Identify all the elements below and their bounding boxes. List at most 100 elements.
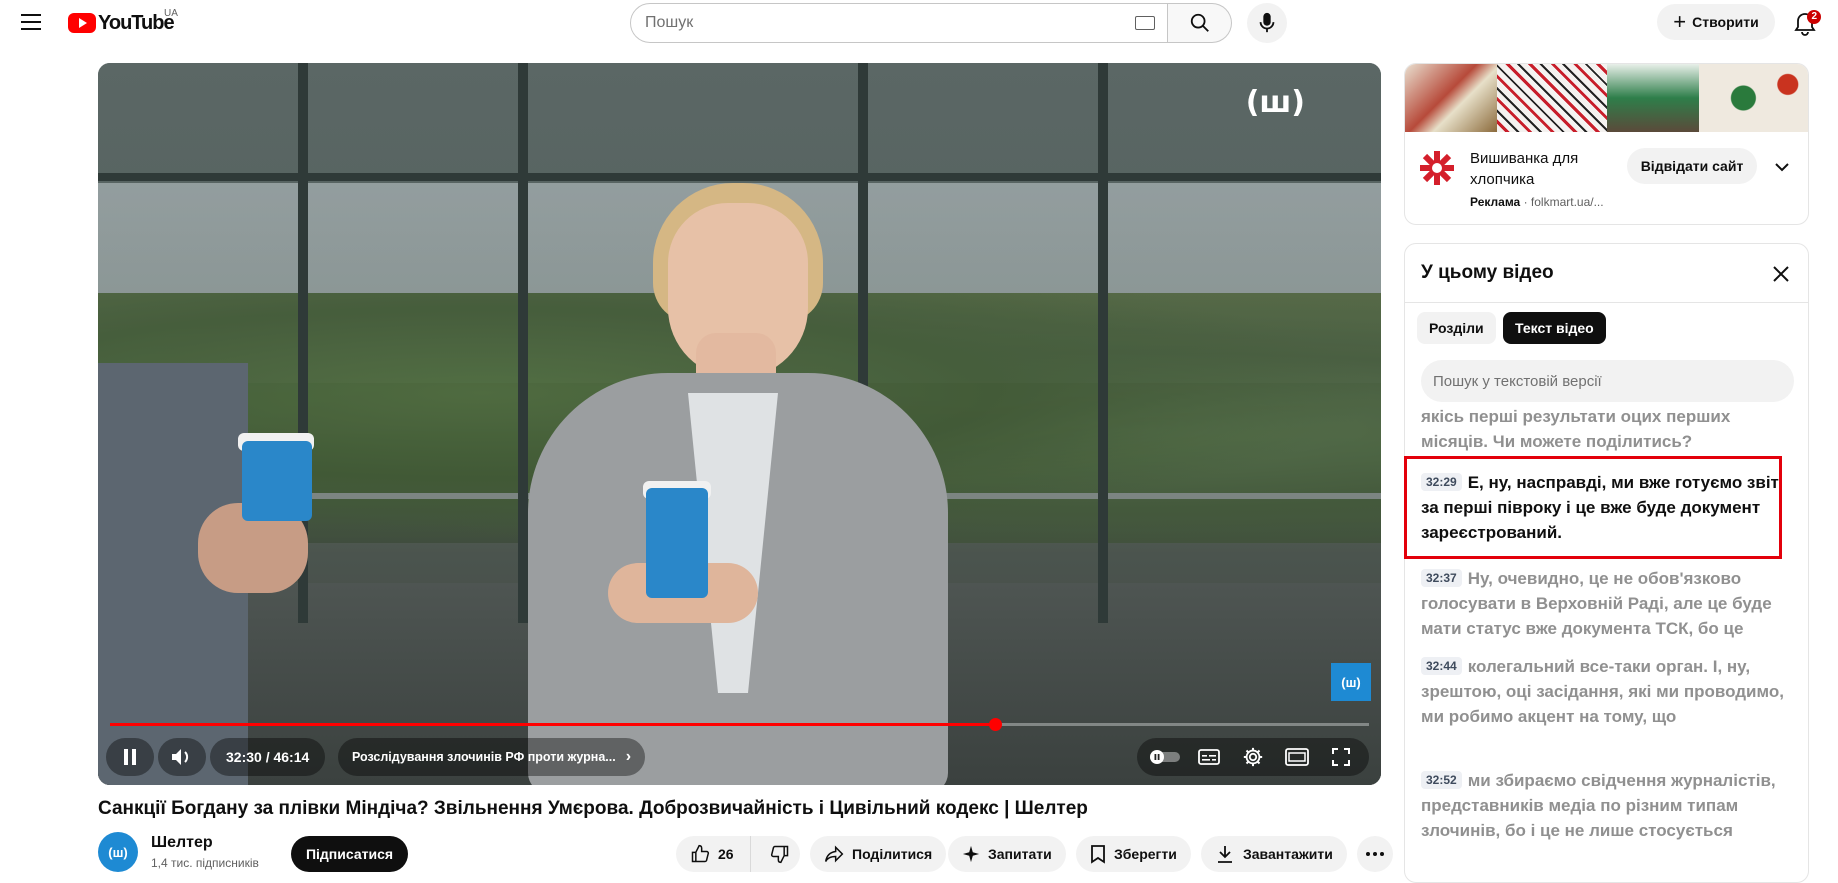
logo-text: YouTube xyxy=(98,11,175,34)
thumbs-up-icon xyxy=(691,844,710,863)
subtitles-button[interactable] xyxy=(1187,738,1231,776)
plus-icon: + xyxy=(1673,9,1687,34)
transcript-segment[interactable]: 32:52 ми збираємо свідчення журналістів, … xyxy=(1421,768,1791,843)
ad-title[interactable]: Вишиванка для хлопчика xyxy=(1470,148,1620,190)
notifications-button[interactable]: 2 xyxy=(1785,4,1825,44)
segment-text: якісь перші результати оцих перших місяц… xyxy=(1421,407,1731,451)
ad-image-tile xyxy=(1405,64,1497,132)
like-count: 26 xyxy=(718,846,734,862)
download-label: Завантажити xyxy=(1243,846,1333,862)
coffee-cup xyxy=(242,441,312,521)
settings-button[interactable] xyxy=(1231,738,1275,776)
dislike-button[interactable] xyxy=(759,836,800,872)
volume-icon xyxy=(172,749,189,765)
transcript-panel: У цьому відео Розділи Текст відео Пошук … xyxy=(1404,243,1809,883)
transcript-segment[interactable]: 32:37 Ну, очевидно, це не обов'язково гол… xyxy=(1421,566,1791,641)
autoplay-toggle-icon xyxy=(1150,750,1180,764)
play-logo-icon xyxy=(68,13,96,33)
progress-scrubber[interactable] xyxy=(989,718,1003,731)
segment-timestamp: 32:44 xyxy=(1421,657,1462,675)
microphone-icon xyxy=(1259,12,1275,33)
subtitles-icon xyxy=(1198,749,1220,765)
masthead: YouTube UA Пошук + Створити 2 xyxy=(0,0,1838,44)
search-button[interactable] xyxy=(1168,3,1232,43)
chevron-down-icon[interactable] xyxy=(1771,156,1793,178)
keyboard-icon[interactable] xyxy=(1135,16,1155,30)
sponsored-label: Реклама xyxy=(1470,195,1521,209)
segment-timestamp: 32:52 xyxy=(1421,771,1462,789)
guide-menu-button[interactable] xyxy=(16,6,48,38)
pause-button[interactable] xyxy=(106,738,154,776)
window-frame xyxy=(1098,63,1108,623)
video-player[interactable]: (ш) (ш) 32:30 / 46:14 Розслідування злоч… xyxy=(98,63,1381,785)
progress-bar[interactable] xyxy=(110,718,1369,731)
like-dislike-group: 26 xyxy=(676,836,800,872)
channel-avatar[interactable]: (ш) xyxy=(98,832,138,872)
transcript-segment[interactable]: якісь перші результати оцих перших місяц… xyxy=(1421,404,1791,454)
coffee-cup xyxy=(646,488,708,598)
advertiser-logo-icon xyxy=(1420,151,1454,185)
subscribe-button[interactable]: Підписатися xyxy=(291,836,408,872)
search-icon xyxy=(1190,13,1209,32)
transcript-segment[interactable]: 32:44 колегальний все-таки орган. І, ну, … xyxy=(1421,654,1791,729)
close-icon[interactable] xyxy=(1769,262,1793,286)
divider xyxy=(1405,302,1808,303)
ad-banner-image[interactable] xyxy=(1405,64,1808,132)
download-icon xyxy=(1218,846,1232,863)
save-label: Зберегти xyxy=(1114,846,1177,862)
ad-domain: folkmart.ua/... xyxy=(1530,195,1604,209)
segment-text: Ну, очевидно, це не обов'язково голосува… xyxy=(1421,569,1772,638)
pause-icon xyxy=(124,749,136,765)
channel-branding-button[interactable]: (ш) xyxy=(1331,663,1371,701)
chapter-button[interactable]: Розслідування злочинів РФ проти журна...… xyxy=(338,738,646,776)
ask-label: Запитати xyxy=(988,846,1052,862)
chevron-right-icon: › xyxy=(625,748,632,765)
download-button[interactable]: Завантажити xyxy=(1201,836,1347,872)
fullscreen-icon xyxy=(1332,748,1350,766)
segment-timestamp: 32:37 xyxy=(1421,569,1462,587)
visit-site-button[interactable]: Відвідати сайт xyxy=(1627,148,1757,184)
segment-text: колегальний все-таки орган. І, ну, зрешт… xyxy=(1421,657,1784,726)
sparkle-icon xyxy=(962,845,980,863)
thumbs-down-icon xyxy=(770,845,788,864)
bookmark-icon xyxy=(1091,845,1105,864)
right-controls xyxy=(1137,738,1369,776)
transcript-search-input[interactable]: Пошук у текстовій версії xyxy=(1421,360,1794,402)
tab-chapters[interactable]: Розділи xyxy=(1417,312,1496,344)
hamburger-icon xyxy=(21,14,41,30)
channel-name[interactable]: Шелтер xyxy=(151,834,213,852)
search-placeholder: Пошук xyxy=(645,14,694,31)
share-label: Поділитися xyxy=(852,846,933,862)
mute-button[interactable] xyxy=(158,738,206,776)
more-actions-button[interactable] xyxy=(1357,836,1393,872)
ad-card[interactable]: Вишиванка для хлопчика Реклама · folkmar… xyxy=(1404,63,1809,225)
subscriber-count: 1,4 тис. підписників xyxy=(151,856,259,870)
ad-meta: Реклама · folkmart.ua/... xyxy=(1470,195,1604,209)
notification-badge: 2 xyxy=(1807,10,1821,24)
like-button[interactable]: 26 xyxy=(676,836,752,872)
panel-title: У цьому відео xyxy=(1421,262,1554,283)
channel-watermark: (ш) xyxy=(1245,85,1305,120)
progress-played xyxy=(110,723,996,726)
create-button[interactable]: + Створити xyxy=(1657,4,1775,40)
theater-icon xyxy=(1285,748,1309,766)
youtube-logo[interactable]: YouTube UA xyxy=(68,8,178,36)
ad-image-tile xyxy=(1497,64,1607,132)
region-code: UA xyxy=(164,8,178,19)
autoplay-toggle[interactable] xyxy=(1143,738,1187,776)
save-button[interactable]: Зберегти xyxy=(1076,836,1191,872)
gear-icon xyxy=(1243,747,1263,767)
more-horizontal-icon xyxy=(1366,852,1384,856)
tab-transcript[interactable]: Текст відео xyxy=(1503,312,1606,344)
ask-button[interactable]: Запитати xyxy=(948,836,1066,872)
transcript-search-placeholder: Пошук у текстовій версії xyxy=(1433,372,1602,390)
annotation-highlight-box xyxy=(1404,456,1782,559)
create-label: Створити xyxy=(1692,14,1759,30)
theater-mode-button[interactable] xyxy=(1275,738,1319,776)
window-frame xyxy=(98,173,1381,181)
share-icon xyxy=(824,845,844,863)
voice-search-button[interactable] xyxy=(1247,3,1287,43)
search-input[interactable]: Пошук xyxy=(630,3,1168,43)
share-button[interactable]: Поділитися xyxy=(810,836,947,872)
fullscreen-button[interactable] xyxy=(1319,738,1363,776)
